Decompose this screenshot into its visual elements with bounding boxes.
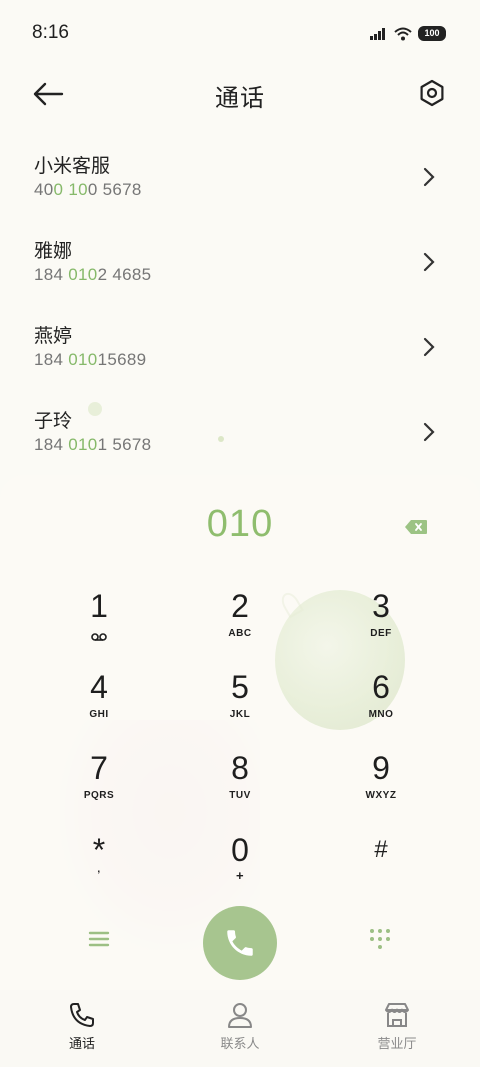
store-icon <box>385 1003 409 1027</box>
nav-contacts[interactable]: 联系人 <box>190 1000 290 1052</box>
key-4[interactable]: 4 GHI <box>44 667 154 739</box>
nav-label: 营业厅 <box>377 1037 417 1052</box>
contact-number: 184 01015689 <box>34 350 147 369</box>
app-header: 通话 <box>0 68 480 122</box>
keypad-toggle-icon[interactable] <box>369 928 391 950</box>
chevron-right-icon[interactable] <box>422 251 436 273</box>
phone-icon <box>70 1003 94 1027</box>
contact-number: 184 0102 4685 <box>34 265 152 284</box>
nav-store[interactable]: 营业厅 <box>347 1000 447 1052</box>
contact-name: 子玲 <box>34 410 73 432</box>
key-star[interactable]: * , <box>44 830 154 902</box>
contact-name: 小米客服 <box>34 155 111 177</box>
contact-results-list: 小米客服 400 100 5678 雅娜 184 0102 4685 燕婷 18… <box>0 140 480 480</box>
menu-icon[interactable] <box>88 930 110 948</box>
contact-item[interactable]: 燕婷 184 01015689 <box>0 310 480 395</box>
bottom-nav: 通话 联系人 营业厅 <box>0 990 480 1067</box>
key-6[interactable]: 6 MNO <box>326 667 436 739</box>
contact-name: 雅娜 <box>34 240 73 262</box>
nav-label: 联系人 <box>220 1037 260 1052</box>
phone-icon <box>227 930 253 956</box>
person-icon <box>228 1003 252 1028</box>
key-0[interactable]: 0 + <box>185 830 295 902</box>
contact-number: 184 0101 5678 <box>34 435 152 454</box>
key-8[interactable]: 8 TUV <box>185 748 295 820</box>
chevron-right-icon[interactable] <box>422 336 436 358</box>
wifi-icon <box>394 27 412 40</box>
key-5[interactable]: 5 JKL <box>185 667 295 739</box>
contact-name: 燕婷 <box>34 325 73 347</box>
chevron-right-icon[interactable] <box>422 166 436 188</box>
key-hash[interactable]: # <box>326 830 436 902</box>
call-button[interactable] <box>203 906 277 980</box>
key-7[interactable]: 7 PQRS <box>44 748 154 820</box>
voicemail-icon <box>91 633 107 641</box>
key-9[interactable]: 9 WXYZ <box>326 748 436 820</box>
key-2[interactable]: 2 ABC <box>185 586 295 658</box>
chevron-right-icon[interactable] <box>422 421 436 443</box>
contact-item[interactable]: 小米客服 400 100 5678 <box>0 140 480 225</box>
battery-indicator: 100 <box>418 26 446 41</box>
page-title: 通话 <box>215 84 265 112</box>
key-1[interactable]: 1 <box>44 586 154 658</box>
nav-calls[interactable]: 通话 <box>32 1000 132 1052</box>
status-time: 8:16 <box>32 22 69 43</box>
nav-label: 通话 <box>68 1037 95 1052</box>
key-3[interactable]: 3 DEF <box>326 586 436 658</box>
status-bar: 8:16 100 <box>0 0 480 68</box>
backspace-icon[interactable] <box>404 519 428 535</box>
contact-item[interactable]: 子玲 184 0101 5678 <box>0 395 480 480</box>
settings-icon[interactable] <box>418 79 446 107</box>
signal-icon <box>370 27 385 40</box>
status-icons: 100 <box>370 26 446 41</box>
contact-item[interactable]: 雅娜 184 0102 4685 <box>0 225 480 310</box>
contact-number: 400 100 5678 <box>34 180 142 199</box>
